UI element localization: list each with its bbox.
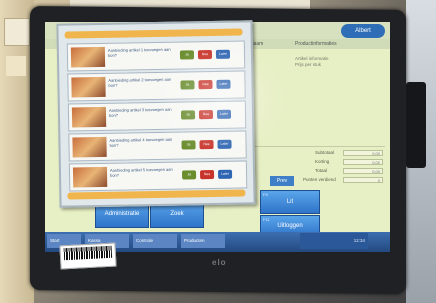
yes-button[interactable]: Ja: [179, 50, 195, 60]
prev-tab[interactable]: Prev: [270, 176, 294, 186]
wall-note-2: [6, 56, 26, 76]
button-label: Administratie: [104, 211, 140, 217]
offer-row: Aanbieding artikel 1 toevoegen aan bon? …: [66, 40, 246, 72]
yes-button[interactable]: Ja: [180, 80, 195, 90]
product-thumbnail: [70, 46, 106, 68]
field-value: 0,00: [343, 150, 383, 156]
offer-text: Aanbieding artikel 2 toevoegen aan bon?: [108, 76, 172, 88]
popup-title-bar: [64, 28, 243, 39]
yes-button[interactable]: Ja: [181, 170, 197, 180]
product-thumbnail: [71, 106, 107, 128]
card-reader[interactable]: [406, 82, 426, 168]
field-label: Korting: [315, 159, 330, 164]
later-button[interactable]: Later: [215, 49, 231, 59]
offer-text: Aanbieding artikel 1 toevoegen aan bon?: [107, 46, 171, 58]
barcode-icon: [63, 245, 113, 261]
button-label: Uitloggen: [277, 223, 303, 229]
header-col-right: Productinformaties: [295, 41, 337, 47]
wall-left: [0, 0, 34, 303]
field-label: Totaal: [315, 168, 328, 173]
lit-button[interactable]: F8 Lit: [260, 190, 320, 214]
later-button[interactable]: Later: [216, 109, 232, 119]
no-button[interactable]: Nee: [199, 140, 214, 150]
offer-row: Aanbieding artikel 3 toevoegen aan bon? …: [67, 100, 247, 132]
offer-text: Aanbieding artikel 3 toevoegen aan bon?: [108, 106, 172, 118]
product-info-line: Prijs per stuk: [295, 62, 322, 67]
taskbar-item[interactable]: Producten: [181, 234, 225, 248]
button-label: Zoek: [170, 211, 184, 217]
field-value: 0,00: [343, 159, 383, 165]
barcode-sticker: [59, 242, 117, 270]
no-button[interactable]: Nee: [197, 50, 213, 60]
system-tray[interactable]: 12:34: [300, 233, 368, 249]
product-thumbnail: [71, 76, 106, 98]
brand-logo: Albert: [341, 24, 385, 38]
divider: [250, 146, 385, 147]
function-key-label: F11: [263, 217, 270, 222]
no-button[interactable]: Nee: [199, 169, 215, 180]
later-button[interactable]: Later: [217, 139, 232, 149]
field-label: Punten verdiend: [303, 177, 336, 182]
offer-text: Aanbieding artikel 5 toevoegen aan bon?: [109, 166, 173, 178]
product-info: Artikel informatie Prijs per stuk: [295, 56, 329, 68]
no-button[interactable]: Nee: [198, 110, 214, 120]
monitor-brand-logo: elo: [212, 258, 227, 267]
later-button[interactable]: Later: [217, 169, 233, 179]
wall-note: [4, 18, 30, 46]
field-label: Subtotaal: [315, 150, 335, 155]
yes-button[interactable]: Ja: [180, 110, 196, 120]
product-thumbnail: [72, 136, 107, 158]
offer-row: Aanbieding artikel 5 toevoegen aan bon? …: [68, 160, 248, 192]
offer-text: Aanbieding artikel 4 toevoegen aan bon?: [109, 136, 173, 148]
product-thumbnail: [72, 166, 108, 188]
button-label: Lit: [286, 199, 294, 205]
function-key-label: F8: [263, 192, 268, 197]
no-button[interactable]: Nee: [198, 80, 213, 90]
yes-button[interactable]: Ja: [181, 140, 196, 150]
offer-row: Aanbieding artikel 4 toevoegen aan bon? …: [68, 130, 247, 162]
offer-popup: Aanbieding artikel 1 toevoegen aan bon? …: [56, 20, 256, 208]
later-button[interactable]: Later: [216, 79, 231, 89]
field-value: 0: [343, 177, 383, 183]
taskbar-item[interactable]: Controle: [133, 234, 177, 248]
offer-row: Aanbieding artikel 2 toevoegen aan bon? …: [67, 70, 246, 102]
field-value: 0,00: [343, 168, 383, 174]
